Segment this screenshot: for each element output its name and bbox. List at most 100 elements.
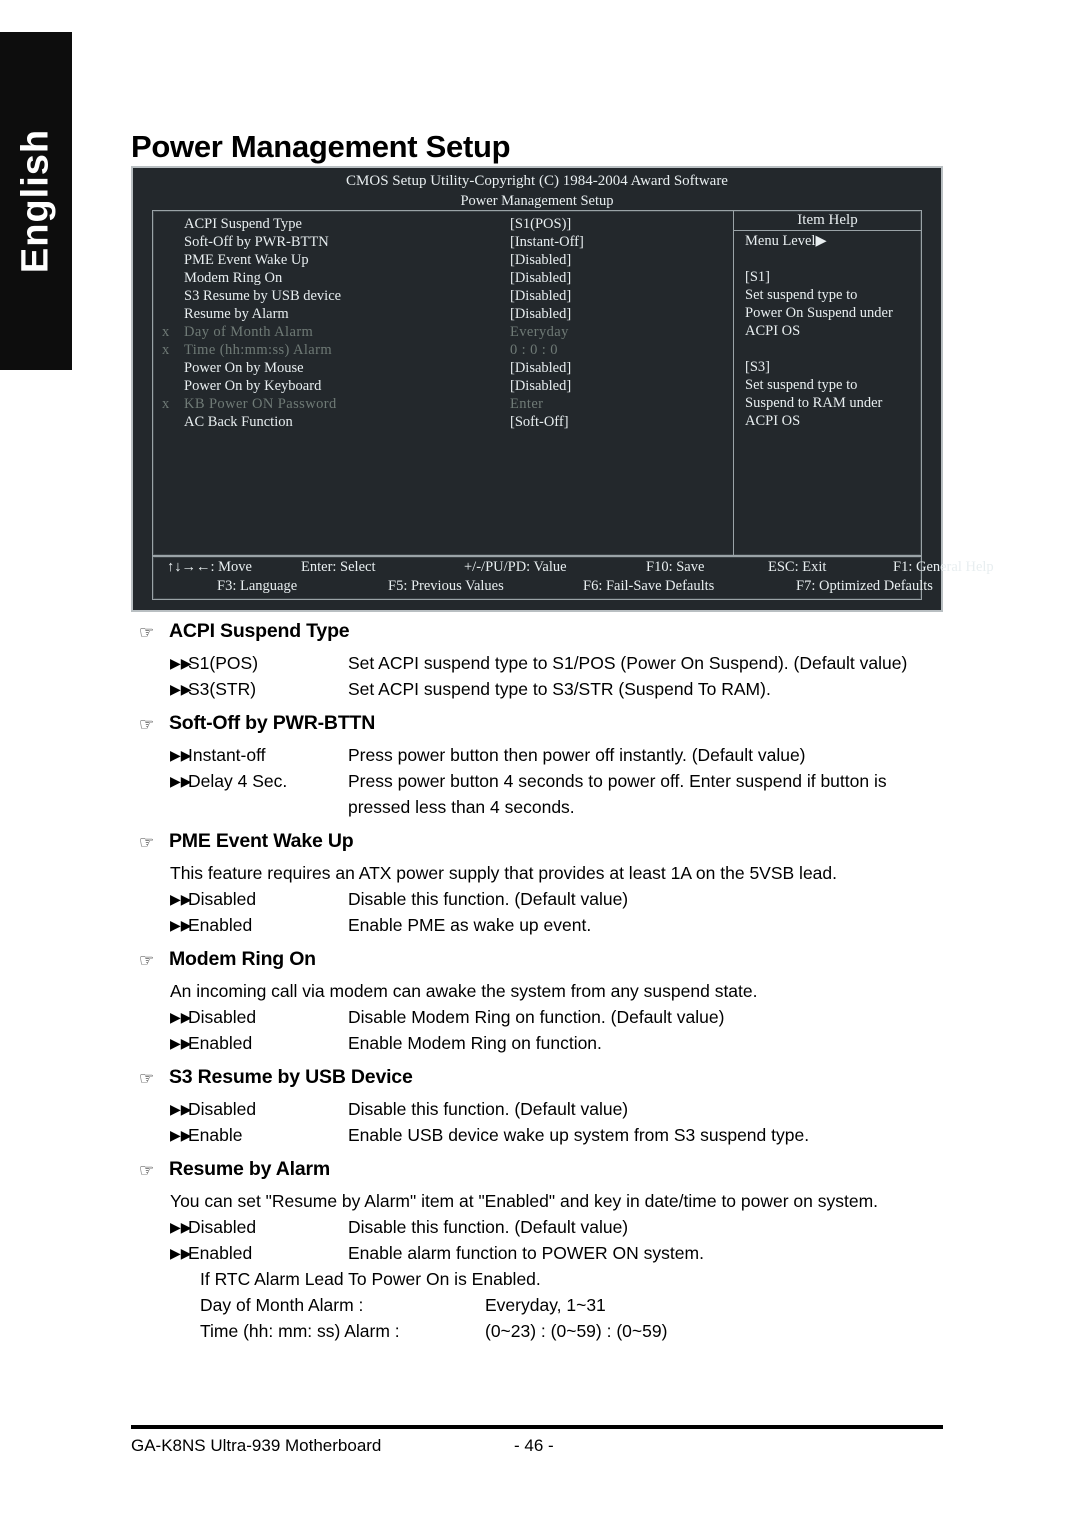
bios-row-value[interactable]: [Instant-Off]: [510, 233, 584, 251]
doc-option-description: Press power button then power off instan…: [348, 745, 806, 765]
bios-row-label: KB Power ON Password: [184, 396, 337, 412]
bios-key-legend-row-1: ↑↓→←: Move Enter: Select +/-/PU/PD: Value F…: [153, 557, 994, 576]
footer-model-name: GA-K8NS Ultra-939 Motherboard: [131, 1436, 382, 1455]
doc-section: ☞ S3 Resume by USB Device ▶▶ Disabled Disabl…: [0, 1066, 1080, 1158]
doc-option-description: Enable USB device wake up system from S3…: [348, 1125, 810, 1145]
bios-key-hint: F10: Save: [646, 559, 705, 575]
bios-row-value[interactable]: Enter: [510, 395, 543, 413]
bios-setup-screenshot: CMOS Setup Utility-Copyright (C) 1984-20…: [131, 166, 994, 612]
item-help-line: ACPI OS: [745, 323, 801, 339]
pointing-hand-icon: ☞: [139, 833, 155, 852]
language-tab-label: English: [14, 128, 57, 274]
bios-setting-row[interactable]: Resume by Alarm [Disabled]: [153, 305, 733, 323]
doc-section-gap: [0, 702, 1080, 712]
doc-option-name: Delay 4 Sec.: [188, 771, 288, 791]
doc-option-name: Disabled: [188, 1099, 257, 1119]
doc-sub-row-label: Time (hh: mm: ss) Alarm :: [200, 1321, 400, 1341]
doc-sub-row: Time (hh: mm: ss) Alarm : (0~23) : (0~59)…: [200, 1318, 1080, 1344]
doc-option-description: Set ACPI suspend type to S3/STR (Suspend…: [348, 679, 771, 699]
doc-tail-note-text: If RTC Alarm Lead To Power On is Enabled…: [200, 1269, 541, 1289]
bios-row-value[interactable]: 0 : 0 : 0: [510, 341, 558, 359]
doc-section-gap: [0, 1148, 1080, 1158]
doc-section-header: ☞ PME Event Wake Up: [139, 830, 1080, 860]
doc-option-row: ▶▶ S3(STR) Set ACPI suspend type to S3/STR…: [170, 676, 1080, 702]
bios-row-disabled-marker: x: [162, 324, 170, 340]
bios-row-disabled-marker: x: [162, 396, 170, 412]
bios-row-value[interactable]: [Disabled]: [510, 251, 571, 269]
doc-option-row: ▶▶ Disabled Disable this function. (Defaul…: [170, 886, 1080, 912]
doc-tail-note: If RTC Alarm Lead To Power On is Enabled…: [200, 1266, 1080, 1292]
bios-row-value[interactable]: [S1(POS)]: [510, 215, 571, 233]
bios-row-value[interactable]: Everyday: [510, 323, 569, 341]
doc-option-name: Disabled: [188, 1007, 257, 1027]
bios-setting-row[interactable]: Power On by Keyboard [Disabled]: [153, 377, 733, 395]
bios-copyright-line: CMOS Setup Utility-Copyright (C) 1984-20…: [346, 173, 728, 189]
item-help-line: ACPI OS: [745, 413, 801, 429]
bios-row-disabled-marker: x: [162, 342, 170, 358]
bios-row-label: S3 Resume by USB device: [184, 288, 342, 304]
bios-row-label: Time (hh:mm:ss) Alarm: [184, 342, 333, 358]
footer-page-number: - 46 -: [514, 1436, 554, 1455]
doc-section-header: ☞ S3 Resume by USB Device: [139, 1066, 1080, 1096]
bios-row-value[interactable]: [Disabled]: [510, 287, 571, 305]
doc-option-name: Enabled: [188, 915, 253, 935]
bios-setting-row[interactable]: x KB Power ON Password Enter: [153, 395, 733, 413]
bios-key-hint: F6: Fail-Save Defaults: [583, 578, 715, 594]
bios-setting-row[interactable]: Modem Ring On [Disabled]: [153, 269, 733, 287]
doc-section: ☞ Modem Ring On An incoming call via modem…: [0, 948, 1080, 1066]
bios-row-value[interactable]: [Disabled]: [510, 305, 571, 323]
doc-sub-row-value: (0~23) : (0~59) : (0~59): [485, 1321, 668, 1341]
bios-key-hint: F3: Language: [217, 578, 298, 594]
bios-setting-row[interactable]: Power On by Mouse [Disabled]: [153, 359, 733, 377]
bios-setting-row[interactable]: PME Event Wake Up [Disabled]: [153, 251, 733, 269]
doc-option-row: ▶▶ Enabled Enable alarm function to POWER …: [170, 1240, 1080, 1266]
doc-section-gap: [0, 820, 1080, 830]
bios-setting-row[interactable]: Soft-Off by PWR-BTTN [Instant-Off]: [153, 233, 733, 251]
doc-section-header: ☞ Modem Ring On: [139, 948, 1080, 978]
doc-section-gap: [0, 1056, 1080, 1066]
doc-option-name: Disabled: [188, 889, 257, 909]
pointing-hand-icon: ☞: [139, 1069, 155, 1088]
bios-row-label: Day of Month Alarm: [184, 324, 314, 340]
bios-setting-row[interactable]: ACPI Suspend Type [S1(POS)]: [153, 215, 733, 233]
doc-section-header: ☞ ACPI Suspend Type: [139, 620, 1080, 650]
item-help-line: [S1]: [745, 269, 770, 285]
doc-option-name: Disabled: [188, 1217, 257, 1237]
doc-option-name: Instant-off: [188, 745, 266, 765]
item-help-line: Set suspend type to: [745, 287, 858, 303]
bios-row-value[interactable]: [Disabled]: [510, 269, 571, 287]
bios-row-label: Resume by Alarm: [184, 306, 289, 322]
doc-section: ☞ Resume by Alarm You can set "Resume by A…: [0, 1158, 1080, 1354]
language-tab: English: [0, 32, 72, 370]
doc-section-header: ☞ Soft-Off by PWR-BTTN: [139, 712, 1080, 742]
pointing-hand-icon: ☞: [139, 623, 155, 642]
doc-sub-row: Day of Month Alarm : Everyday, 1~31: [200, 1292, 1080, 1318]
doc-option-description: Set ACPI suspend type to S1/POS (Power O…: [348, 653, 908, 673]
item-help-line: Menu Level▶: [745, 233, 827, 249]
bios-setting-row[interactable]: AC Back Function [Soft-Off]: [153, 413, 733, 431]
bios-key-hint: ESC: Exit: [768, 559, 827, 575]
bios-row-value[interactable]: [Disabled]: [510, 359, 571, 377]
doc-section-title: Resume by Alarm: [169, 1158, 331, 1180]
bios-setting-row[interactable]: x Day of Month Alarm Everyday: [153, 323, 733, 341]
bios-row-label: AC Back Function: [184, 414, 293, 430]
bios-screen-title: Power Management Setup: [460, 192, 614, 209]
doc-section: ☞ ACPI Suspend Type ▶▶ S1(POS) Set ACPI susp…: [0, 620, 1080, 712]
doc-sub-row-label: Day of Month Alarm :: [200, 1295, 364, 1315]
bios-setting-row[interactable]: S3 Resume by USB device [Disabled]: [153, 287, 733, 305]
bios-key-legend: ↑↓→←: Move Enter: Select +/-/PU/PD: Value F…: [152, 556, 994, 600]
item-help-line: [S3]: [745, 359, 770, 375]
bios-row-value[interactable]: [Soft-Off]: [510, 413, 569, 431]
bios-setting-row[interactable]: x Time (hh:mm:ss) Alarm 0 : 0 : 0: [153, 341, 733, 359]
doc-option-name: S1(POS): [188, 653, 259, 673]
doc-option-description: Disable Modem Ring on function. (Default…: [348, 1007, 725, 1027]
bios-header: CMOS Setup Utility-Copyright (C) 1984-20…: [133, 168, 941, 211]
doc-option-name: S3(STR): [188, 679, 257, 699]
doc-option-name: Enabled: [188, 1243, 253, 1263]
bios-key-hint: F1: General Help: [893, 559, 994, 575]
pointing-hand-icon: ☞: [139, 951, 155, 970]
pointing-hand-icon: ☞: [139, 1161, 155, 1180]
doc-option-row: ▶▶ Enabled Enable PME as wake up event.: [170, 912, 1080, 938]
doc-option-description: Press power button 4 seconds to power of…: [348, 771, 887, 791]
bios-row-value[interactable]: [Disabled]: [510, 377, 571, 395]
